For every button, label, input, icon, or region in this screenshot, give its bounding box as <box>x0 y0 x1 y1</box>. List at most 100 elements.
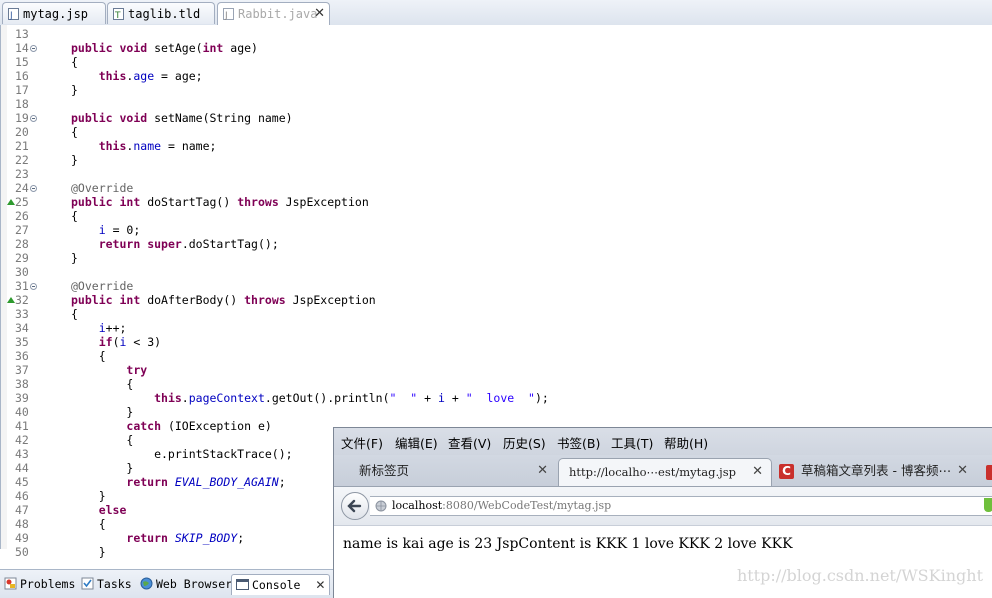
close-icon[interactable]: ✕ <box>314 3 325 25</box>
code-line[interactable]: { <box>71 517 106 531</box>
url-host: localhost <box>392 499 443 512</box>
code-line[interactable]: try <box>71 363 147 377</box>
line-number: 30 <box>15 265 29 279</box>
line-number: 32 <box>15 293 29 307</box>
menu-bookmarks[interactable]: 书签(B) <box>557 433 600 452</box>
code-line[interactable]: { <box>71 349 106 363</box>
menu-edit[interactable]: 编辑(E) <box>395 433 438 452</box>
close-icon[interactable]: ✕ <box>537 458 548 484</box>
code-line[interactable]: public int doAfterBody() throws JspExcep… <box>71 293 376 307</box>
code-line[interactable]: return EVAL_BODY_AGAIN; <box>71 475 285 489</box>
tab-label: Rabbit.java <box>238 7 318 21</box>
console-icon <box>236 579 249 590</box>
code-line[interactable]: { <box>71 209 78 223</box>
line-number: 20 <box>15 125 29 139</box>
svg-text:J: J <box>224 11 228 20</box>
url-text: localhost:8080/WebCodeTest/mytag.jsp <box>392 497 611 515</box>
code-line[interactable]: this.name = name; <box>71 139 217 153</box>
tld-file-icon: T <box>113 8 124 20</box>
menu-file[interactable]: 文件(F) <box>341 433 383 452</box>
page-content: name is kai age is 23 JspContent is KKK … <box>334 526 992 598</box>
code-line[interactable]: } <box>71 405 133 419</box>
code-line[interactable]: return SKIP_BODY; <box>71 531 244 545</box>
menu-view[interactable]: 查看(V) <box>448 433 491 452</box>
code-line[interactable]: return super.doStartTag(); <box>71 237 279 251</box>
code-line[interactable]: } <box>71 545 106 559</box>
menu-history[interactable]: 历史(S) <box>503 433 546 452</box>
problems-icon <box>4 577 17 590</box>
line-number: 21 <box>15 139 29 153</box>
close-icon[interactable]: ✕ <box>957 458 968 484</box>
line-number: 40 <box>15 405 29 419</box>
code-line[interactable]: } <box>71 489 106 503</box>
line-number: 37 <box>15 363 29 377</box>
tab-web-browser[interactable]: Web Browser <box>140 574 232 594</box>
tab-label: Tasks <box>97 577 132 591</box>
code-line[interactable]: { <box>71 433 133 447</box>
code-line[interactable]: this.pageContext.getOut().println(" " + … <box>71 391 549 405</box>
back-button[interactable] <box>341 492 369 520</box>
line-number: 35 <box>15 335 29 349</box>
code-line[interactable]: public int doStartTag() throws JspExcept… <box>71 195 369 209</box>
code-line[interactable]: { <box>71 55 78 69</box>
code-line[interactable]: this.age = age; <box>71 69 203 83</box>
menu-help[interactable]: 帮助(H) <box>664 433 708 452</box>
tab-tasks[interactable]: Tasks <box>81 574 132 594</box>
tab-problems[interactable]: Problems <box>4 574 75 594</box>
fold-toggle-icon[interactable] <box>30 185 37 192</box>
browser-tab-csdn[interactable]: C 草稿箱文章列表 - 博客频⋯ ✕ <box>774 458 976 486</box>
fold-toggle-icon[interactable] <box>30 115 37 122</box>
code-line[interactable]: { <box>71 125 78 139</box>
watermark: http://blog.csdn.net/WSKinght <box>736 566 983 585</box>
code-line[interactable]: } <box>71 153 78 167</box>
line-number: 49 <box>15 531 29 545</box>
code-line[interactable]: i++; <box>71 321 127 335</box>
fold-toggle-icon[interactable] <box>30 283 37 290</box>
line-number: 42 <box>15 433 29 447</box>
line-number: 48 <box>15 517 29 531</box>
browser-window: 文件(F) 编辑(E) 查看(V) 历史(S) 书签(B) 工具(T) 帮助(H… <box>333 427 992 598</box>
code-line[interactable]: public void setName(String name) <box>71 111 293 125</box>
code-line[interactable]: i = 0; <box>71 223 141 237</box>
tab-rabbit-java[interactable]: J Rabbit.java ✕ <box>217 2 330 26</box>
fold-toggle-icon[interactable] <box>30 45 37 52</box>
editor-tab-bar: J mytag.jsp T taglib.tld J Rabbit.java ✕ <box>0 0 992 26</box>
browser-tab-new[interactable]: 新标签页 ✕ <box>336 458 556 486</box>
code-line[interactable]: { <box>71 377 133 391</box>
csdn-logo-icon: C <box>779 464 794 479</box>
code-line[interactable]: public void setAge(int age) <box>71 41 258 55</box>
line-number: 27 <box>15 223 29 237</box>
page-output-text: name is kai age is 23 JspContent is KKK … <box>343 536 793 552</box>
line-number: 29 <box>15 251 29 265</box>
code-line[interactable]: else <box>71 503 127 517</box>
code-line[interactable]: } <box>71 461 133 475</box>
code-line[interactable]: { <box>71 307 78 321</box>
tab-mytag-jsp[interactable]: J mytag.jsp <box>2 2 106 24</box>
close-icon[interactable]: ✕ <box>752 459 763 485</box>
override-marker-icon <box>7 199 15 205</box>
line-number: 15 <box>15 55 29 69</box>
code-line[interactable]: @Override <box>71 181 133 195</box>
line-number: 34 <box>15 321 29 335</box>
code-line[interactable]: if(i < 3) <box>71 335 161 349</box>
line-number: 22 <box>15 153 29 167</box>
tab-taglib-tld[interactable]: T taglib.tld <box>107 2 215 24</box>
close-icon[interactable]: ✕ <box>315 578 325 592</box>
globe-icon <box>140 577 153 590</box>
line-number: 39 <box>15 391 29 405</box>
line-number: 41 <box>15 419 29 433</box>
tab-label: taglib.tld <box>128 7 201 21</box>
menu-tools[interactable]: 工具(T) <box>611 433 653 452</box>
code-line[interactable]: @Override <box>71 279 133 293</box>
java-file-icon: J <box>223 8 234 20</box>
globe-icon <box>375 500 387 512</box>
view-tab-bar: Problems Tasks Web Browser Console ✕ <box>0 569 335 598</box>
browser-tab-mytag[interactable]: http://localho⋯est/mytag.jsp ✕ <box>558 458 772 486</box>
tab-console[interactable]: Console ✕ <box>231 574 331 595</box>
tab-label: 草稿箱文章列表 - 博客频⋯ <box>801 463 951 478</box>
code-line[interactable]: } <box>71 83 78 97</box>
code-line[interactable]: e.printStackTrace(); <box>71 447 292 461</box>
url-bar[interactable]: localhost:8080/WebCodeTest/mytag.jsp <box>370 496 992 516</box>
code-line[interactable]: } <box>71 251 78 265</box>
code-line[interactable]: catch (IOException e) <box>71 419 271 433</box>
